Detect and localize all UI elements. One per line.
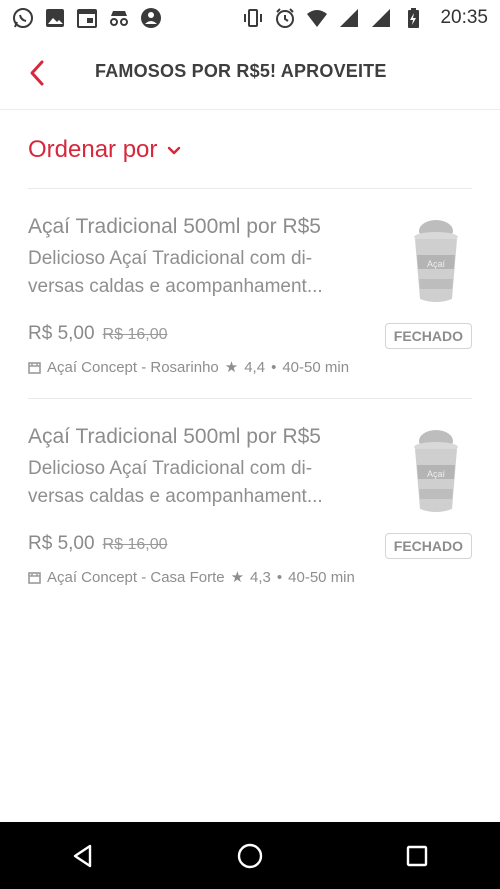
dot-separator: • [271,358,277,376]
item-title: Açaí Tradicional 500ml por R$5 [28,425,321,448]
price-row: R$ 5,00 R$ 16,00 [28,323,167,345]
price-row: R$ 5,00 R$ 16,00 [28,533,167,555]
item-description-line: Delicioso Açaí Tradicional com di- [28,458,313,479]
status-bar: 20:35 [0,0,500,36]
signal-icon [338,7,360,29]
sort-dropdown[interactable]: Ordenar por [28,136,183,164]
signal-icon [370,7,392,29]
delivery-time: 40-50 min [288,568,355,586]
item-description: Delicioso Açaí Tradicional com di- versa… [28,245,368,301]
star-icon: ★ [230,569,245,586]
store-name: Açaí Concept - Casa Forte [47,568,225,586]
star-icon: ★ [224,359,239,376]
svg-text:Açaí: Açaí [427,469,446,479]
item-price: R$ 5,00 [28,323,95,344]
browser-icon [140,7,162,29]
status-bar-right: 20:35 [242,7,488,29]
home-circle-icon [237,843,263,868]
item-title: Açaí Tradicional 500ml por R$5 [28,215,321,238]
back-button[interactable] [22,56,56,90]
item-price: R$ 5,00 [28,533,95,554]
calendar-icon [76,7,98,29]
item-old-price: R$ 16,00 [102,536,168,553]
nav-recents-button[interactable] [397,836,437,876]
page-title: FAMOSOS POR R$5! APROVEITE [95,61,387,81]
image-icon [44,7,66,29]
vibrate-icon [242,7,264,29]
app-header: FAMOSOS POR R$5! APROVEITE [0,36,500,110]
status-bar-left [12,7,162,29]
store-rating: 4,4 [244,358,266,376]
chevron-left-icon [30,60,44,86]
delivery-time: 40-50 min [282,358,350,376]
store-rating: 4,3 [250,568,271,586]
status-time: 20:35 [440,7,488,28]
item-description: Delicioso Açaí Tradicional com di- versa… [28,455,368,511]
store-name: Açaí Concept - Rosarinho [47,358,219,376]
back-triangle-icon [74,844,92,867]
item-description-line: Delicioso Açaí Tradicional com di- [28,248,313,269]
recents-square-icon [406,845,427,866]
wifi-icon [306,7,328,29]
status-badge: FECHADO [384,533,472,559]
dot-separator: • [276,568,283,586]
acai-cup-image: Açaí [414,430,458,512]
item-description-line: versas caldas e acompanhament... [28,276,323,297]
item-old-price: R$ 16,00 [102,326,168,343]
chevron-down-icon [168,146,181,155]
store-icon [28,571,41,584]
item-description-line: versas caldas e acompanhament... [28,486,323,507]
store-info: Açaí Concept - Casa Forte ★ 4,3 • 40-50 … [28,568,355,586]
system-nav-bar [0,822,500,889]
offer-item[interactable]: Açaí Tradicional 500ml por R$5 Delicioso… [28,399,472,609]
whatsapp-icon [12,7,34,29]
store-info: Açaí Concept - Rosarinho ★ 4,4 • 40-50 m… [28,358,349,376]
battery-charging-icon [402,7,424,29]
sort-label: Ordenar por [28,136,158,163]
incognito-icon [108,7,130,29]
svg-text:Açaí: Açaí [427,259,446,269]
store-icon [28,361,41,374]
offer-item[interactable]: Açaí Tradicional 500ml por R$5 Delicioso… [28,189,472,399]
nav-back-button[interactable] [63,836,103,876]
acai-cup-image: Açaí [414,220,458,302]
alarm-icon [274,7,296,29]
nav-home-button[interactable] [230,836,270,876]
status-badge: FECHADO [384,323,472,349]
